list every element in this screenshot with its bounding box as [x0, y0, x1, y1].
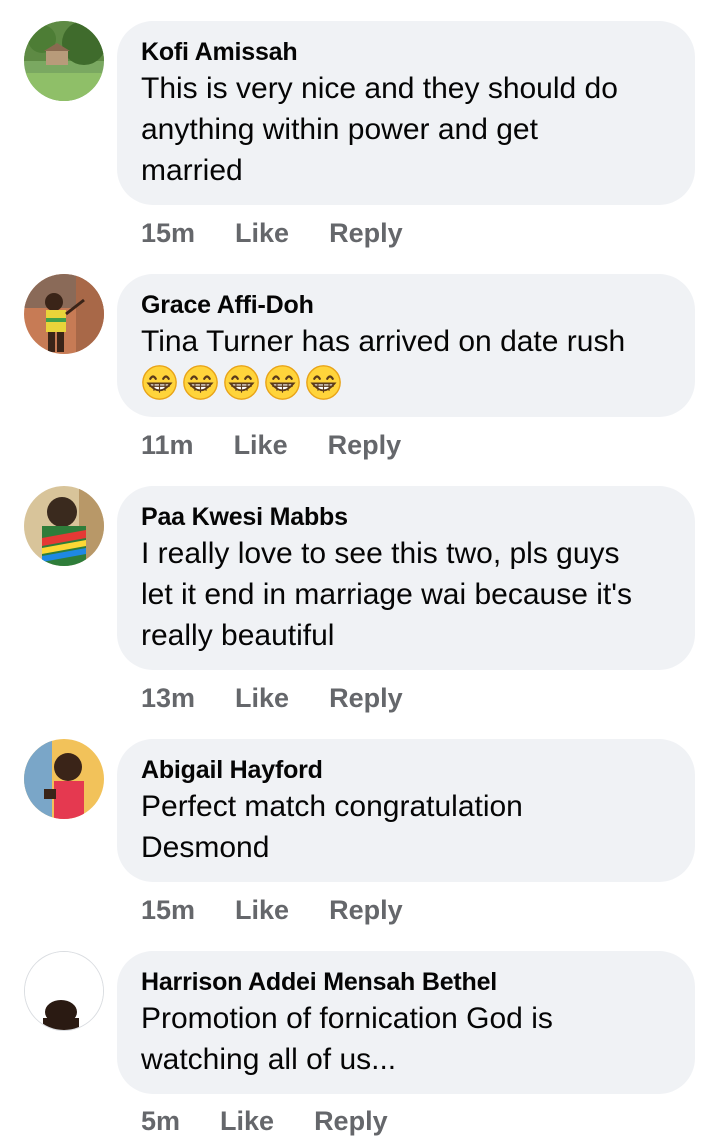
comment-text: Promotion of fornication God is watching…: [141, 1002, 553, 1076]
comment-author[interactable]: Paa Kwesi Mabbs: [141, 502, 671, 532]
like-button[interactable]: Like: [234, 430, 288, 461]
comment-actions: 13m Like Reply: [141, 680, 403, 716]
comment-author[interactable]: Kofi Amissah: [141, 37, 671, 67]
like-button[interactable]: Like: [235, 683, 289, 714]
comment-bubble: Harrison Addei Mensah Bethel Promotion o…: [117, 951, 695, 1094]
beaming-face-with-smiling-eyes-icon: [265, 365, 300, 400]
comment-text: This is very nice and they should do any…: [141, 72, 618, 187]
profile-photo-icon: [24, 739, 104, 819]
comment-bubble: Paa Kwesi Mabbs I really love to see thi…: [117, 486, 695, 670]
beaming-face-with-smiling-eyes-icon: [224, 365, 259, 400]
avatar[interactable]: [24, 486, 104, 566]
like-button[interactable]: Like: [235, 218, 289, 249]
like-button[interactable]: Like: [220, 1106, 274, 1137]
comment-text: Perfect match congratulation Desmond: [141, 790, 523, 864]
profile-photo-icon: [24, 21, 104, 101]
profile-photo-icon: [24, 486, 104, 566]
reply-button[interactable]: Reply: [314, 1106, 388, 1137]
comment-text: Tina Turner has arrived on date rush: [141, 325, 626, 358]
like-button[interactable]: Like: [235, 895, 289, 926]
reply-button[interactable]: Reply: [329, 895, 403, 926]
comment-timestamp[interactable]: 15m: [141, 895, 195, 926]
avatar[interactable]: [24, 21, 104, 101]
reply-button[interactable]: Reply: [329, 218, 403, 249]
beaming-face-with-smiling-eyes-icon: [183, 365, 218, 400]
avatar[interactable]: [24, 951, 104, 1031]
comment-actions: 15m Like Reply: [141, 215, 403, 251]
comment-bubble: Grace Affi-Doh Tina Turner has arrived o…: [117, 274, 695, 417]
comment-bubble: Abigail Hayford Perfect match congratula…: [117, 739, 695, 882]
comment-author[interactable]: Harrison Addei Mensah Bethel: [141, 967, 671, 997]
comment-actions: 15m Like Reply: [141, 892, 403, 928]
comment-actions: 5m Like Reply: [141, 1103, 388, 1139]
avatar[interactable]: [24, 739, 104, 819]
beaming-face-with-smiling-eyes-icon: [306, 365, 341, 400]
emoji-row: [141, 364, 671, 401]
avatar[interactable]: [24, 274, 104, 354]
reply-button[interactable]: Reply: [329, 683, 403, 714]
comment-timestamp[interactable]: 11m: [141, 430, 194, 461]
reply-button[interactable]: Reply: [328, 430, 402, 461]
comment-actions: 11m Like Reply: [141, 427, 401, 463]
profile-photo-icon: [25, 952, 103, 1030]
comment-timestamp[interactable]: 13m: [141, 683, 195, 714]
comment-text: I really love to see this two, pls guys …: [141, 537, 632, 652]
comment-author[interactable]: Grace Affi-Doh: [141, 290, 671, 320]
comment-timestamp[interactable]: 5m: [141, 1106, 180, 1137]
comment-author[interactable]: Abigail Hayford: [141, 755, 671, 785]
comment-timestamp[interactable]: 15m: [141, 218, 195, 249]
profile-photo-icon: [24, 274, 104, 354]
comment-bubble: Kofi Amissah This is very nice and they …: [117, 21, 695, 205]
beaming-face-with-smiling-eyes-icon: [142, 365, 177, 400]
